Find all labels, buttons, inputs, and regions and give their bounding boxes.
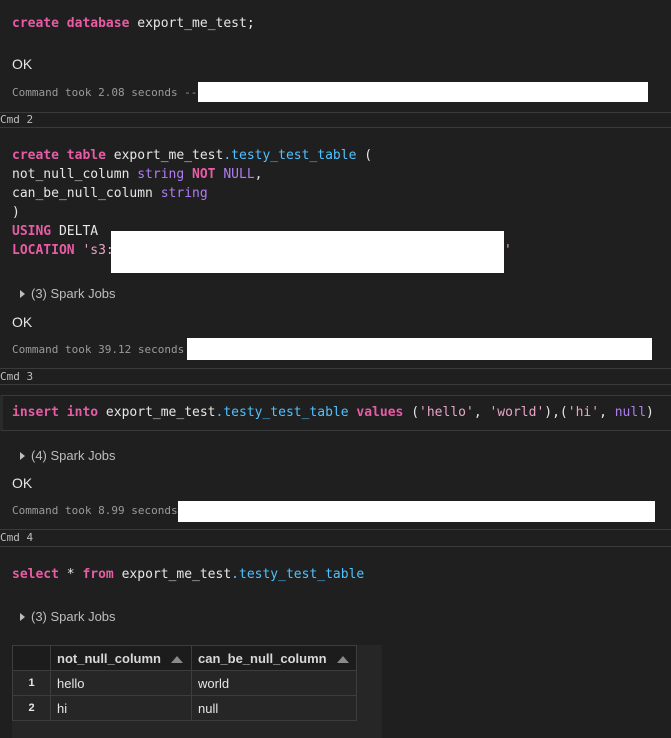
cmd4-code[interactable]: select * from export_me_test.testy_test_…	[12, 565, 364, 584]
caret-right-icon	[20, 612, 25, 621]
table-cell[interactable]: world	[191, 670, 357, 696]
code-string: 's3:	[74, 243, 114, 258]
code-keyword: select	[12, 567, 59, 582]
code-type: string	[137, 167, 185, 182]
code-keyword: into	[66, 405, 99, 420]
cmd1-result-ok: OK	[12, 56, 33, 72]
cmd3-code[interactable]: insert into export_me_test.testy_test_ta…	[12, 403, 654, 422]
cmd4-label: Cmd 4	[0, 531, 34, 544]
table-row: 2 hi null	[12, 695, 357, 721]
cmd2-spark-jobs-toggle[interactable]: (3) Spark Jobs	[20, 286, 116, 301]
spark-jobs-label: (3) Spark Jobs	[31, 286, 116, 301]
table-cell[interactable]: hi	[50, 695, 192, 721]
code-table-name: .testy_test_table	[231, 567, 365, 582]
code-text: ,	[473, 405, 490, 420]
code-keyword: NOT	[184, 167, 216, 182]
code-text: export_me_test	[105, 148, 224, 163]
code-keyword: create	[12, 148, 59, 163]
code-text: (	[356, 148, 373, 163]
cmd2-cell: create table export_me_test.testy_test_t…	[0, 128, 671, 368]
cmd2-result-ok: OK	[12, 314, 33, 330]
code-text: can_be_null_column	[12, 186, 161, 201]
code-text: ,	[599, 405, 615, 420]
code-keyword: values	[348, 405, 404, 420]
column-header-label: not_null_column	[57, 650, 161, 666]
column-header-label: can_be_null_column	[198, 650, 327, 666]
code-text: )	[646, 405, 654, 420]
spark-jobs-label: (3) Spark Jobs	[31, 609, 116, 624]
row-index: 1	[12, 670, 51, 696]
code-keyword: create	[12, 16, 59, 31]
code-text: DELTA	[51, 224, 99, 239]
table-cell[interactable]: hello	[50, 670, 192, 696]
cmd3-result-ok: OK	[12, 475, 33, 491]
redacted-block	[198, 82, 648, 102]
table-header-row: not_null_column can_be_null_column	[12, 645, 357, 671]
column-header-can-be-null-column[interactable]: can_be_null_column	[191, 645, 357, 671]
code-keyword: insert	[12, 405, 59, 420]
cmd4-spark-jobs-toggle[interactable]: (3) Spark Jobs	[20, 609, 116, 624]
redacted-block	[111, 231, 504, 273]
code-type: string	[160, 186, 208, 201]
code-text: ,	[254, 167, 263, 182]
code-keyword: database	[66, 16, 130, 31]
cmd2-label: Cmd 2	[0, 113, 34, 126]
code-string: 'hello'	[419, 405, 474, 420]
code-null: NULL	[215, 167, 255, 182]
code-text: ),(	[544, 405, 568, 420]
result-table: not_null_column can_be_null_column 1 hel…	[12, 645, 357, 721]
cell-divider	[0, 368, 671, 369]
cmd3-spark-jobs-toggle[interactable]: (4) Spark Jobs	[20, 448, 116, 463]
cmd3-label: Cmd 3	[0, 370, 34, 383]
code-text: (	[403, 405, 420, 420]
cell-divider	[0, 529, 671, 530]
row-index-header	[12, 645, 51, 671]
code-keyword: USING	[12, 224, 52, 239]
code-string: 'hi'	[567, 405, 600, 420]
code-keyword: table	[66, 148, 106, 163]
table-cell[interactable]: null	[191, 695, 357, 721]
table-row: 1 hello world	[12, 670, 357, 696]
code-text: *	[58, 567, 83, 582]
code-text: )	[12, 205, 20, 220]
code-string-end: '	[504, 243, 512, 258]
code-table-name: .testy_test_table	[223, 148, 357, 163]
row-index: 2	[12, 695, 51, 721]
code-text: export_me_test;	[129, 16, 255, 31]
spark-jobs-label: (4) Spark Jobs	[31, 448, 116, 463]
code-text: export_me_test	[113, 567, 232, 582]
sort-ascending-icon[interactable]	[336, 655, 349, 663]
code-null: null	[614, 405, 647, 420]
cmd3-command-took: Command took 8.99 seconds	[12, 504, 178, 517]
column-header-not-null-column[interactable]: not_null_column	[50, 645, 192, 671]
cmd1-cell: create database export_me_test; OK Comma…	[0, 0, 671, 112]
caret-right-icon	[20, 289, 25, 298]
cell-divider	[0, 112, 671, 113]
redacted-block	[178, 501, 655, 522]
cmd1-command-took: Command took 2.08 seconds --	[12, 86, 198, 99]
code-text: export_me_test	[98, 405, 216, 420]
code-text: not_null_column	[12, 167, 138, 182]
code-keyword: from	[82, 567, 114, 582]
sort-ascending-icon[interactable]	[171, 655, 183, 663]
caret-right-icon	[20, 451, 25, 460]
code-table-name: .testy_test_table	[215, 405, 349, 420]
code-string: 'world'	[489, 405, 545, 420]
redacted-block	[187, 338, 652, 360]
cmd2-command-took: Command took 39.12 seconds	[12, 343, 185, 356]
code-keyword: LOCATION	[12, 243, 75, 258]
cmd3-cell: insert into export_me_test.testy_test_ta…	[0, 385, 671, 529]
cmd1-code[interactable]: create database export_me_test;	[12, 14, 255, 33]
